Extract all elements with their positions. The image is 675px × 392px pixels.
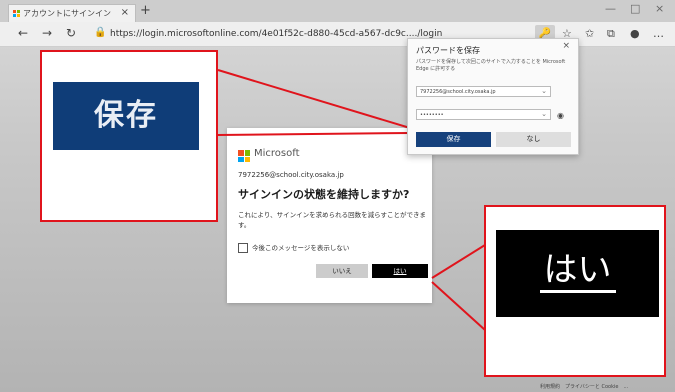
yes-connector-top (431, 244, 486, 279)
username-field[interactable]: 7972256@school.city.osaka.jp ⌄ (416, 86, 551, 97)
password-save-popup: パスワードを保存 × パスワードを保存して次回このサイトで入力することを Mic… (407, 38, 579, 155)
screen: アカウントにサインイン × + — □ × ← → ↻ 🔒 https://lo… (0, 0, 675, 392)
password-value: •••••••• (420, 112, 444, 118)
save-zoom-label: 保存 (53, 82, 199, 150)
password-field[interactable]: •••••••• ⌄ (416, 109, 551, 120)
page-footer: 利用規約 プライバシーと Cookie ... (540, 384, 629, 390)
never-save-button[interactable]: なし (496, 132, 571, 147)
save-zoom-callout: 保存 (40, 50, 218, 222)
save-password-button[interactable]: 保存 (416, 132, 491, 147)
popup-title: パスワードを保存 (416, 46, 480, 55)
yes-zoom-box: はい (496, 230, 659, 317)
chevron-down-icon[interactable]: ⌄ (541, 86, 547, 97)
username-value: 7972256@school.city.osaka.jp (420, 89, 496, 95)
popup-close-icon[interactable]: × (562, 41, 570, 51)
yes-zoom-label: はい (539, 250, 616, 293)
yes-connector-bottom (431, 281, 486, 331)
popup-description: パスワードを保存して次回このサイトで入力することを Microsoft Edge… (416, 59, 566, 72)
save-connector-bottom (217, 132, 411, 136)
save-connector-top (217, 69, 411, 129)
chevron-down-icon[interactable]: ⌄ (541, 109, 547, 120)
eye-icon[interactable]: ◉ (557, 111, 564, 120)
yes-zoom-callout: はい (484, 205, 666, 377)
